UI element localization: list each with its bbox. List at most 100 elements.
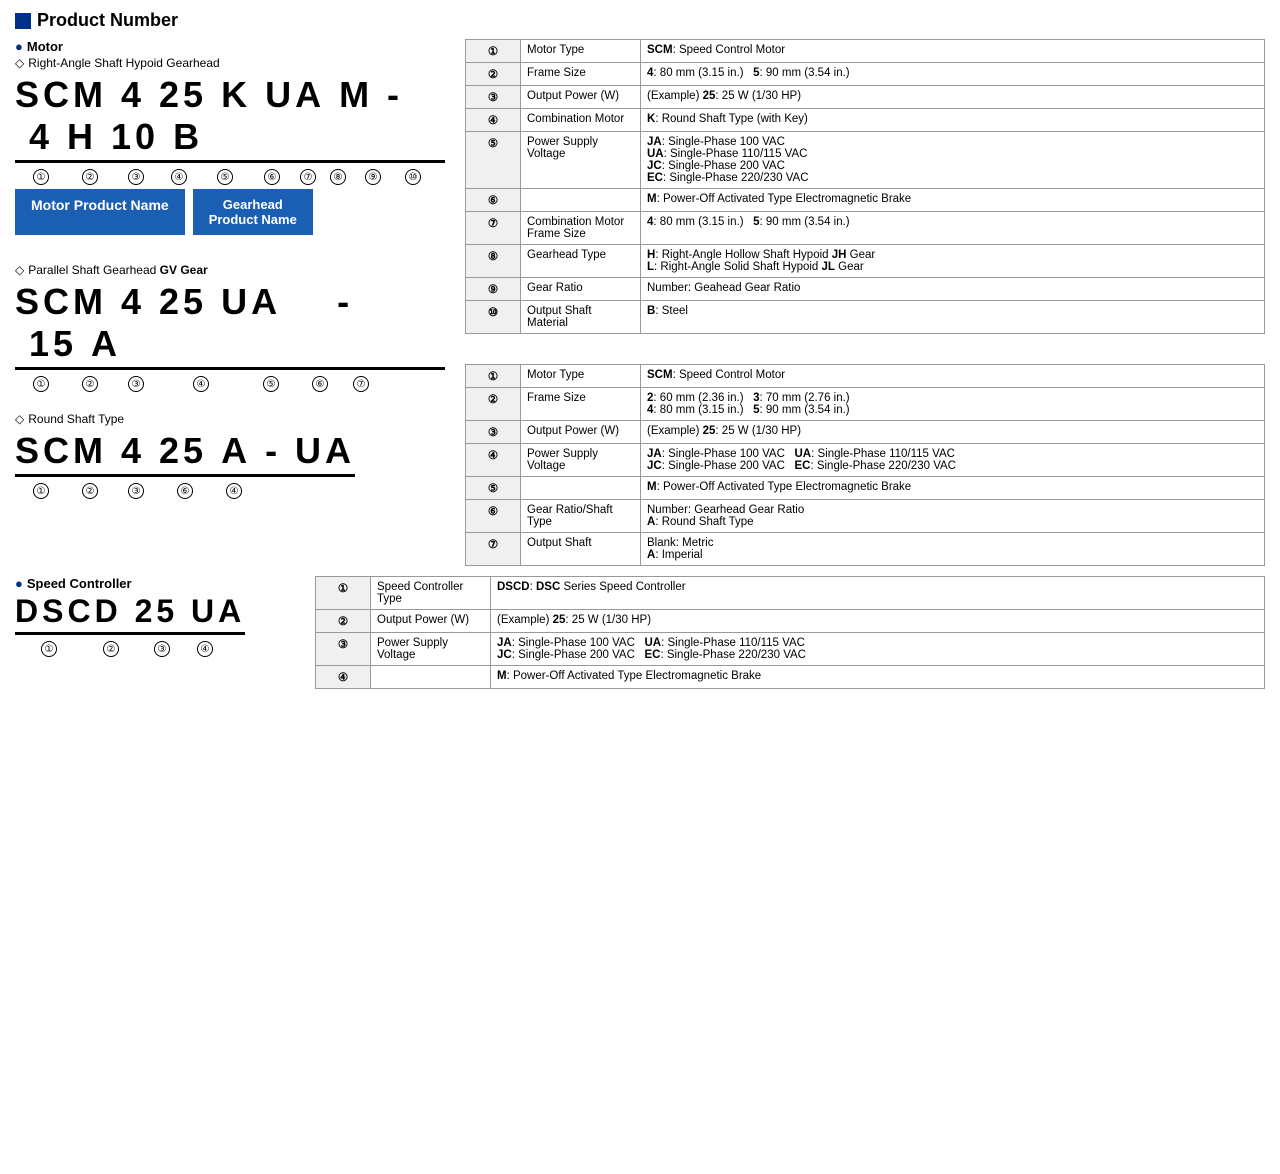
product-code-ps: SCM 4 25 UA - 15 A — [15, 281, 445, 370]
table-row: ④ Combination Motor K: Round Shaft Type … — [466, 109, 1265, 132]
col-value: Number: Gearhead Gear Ratio A: Round Sha… — [641, 500, 1265, 533]
table-row: ④ Power Supply Voltage JA: Single-Phase … — [466, 444, 1265, 477]
row-header: ③ — [466, 421, 521, 444]
col-value: (Example) 25: 25 W (1/30 HP) — [491, 610, 1265, 633]
right-angle-section: Right-Angle Shaft Hypoid Gearhead SCM 4 … — [15, 56, 445, 235]
gearhead-product-name-box: Gearhead Product Name — [193, 189, 313, 235]
row-header: ② — [316, 610, 371, 633]
col-label: Gearhead Type — [521, 245, 641, 278]
table-row: ⑧ Gearhead Type H: Right-Angle Hollow Sh… — [466, 245, 1265, 278]
page-title: Product Number — [37, 10, 178, 31]
row-header: ③ — [466, 86, 521, 109]
table-row: ⑥ Gear Ratio/ShaftType Number: Gearhead … — [466, 500, 1265, 533]
table-row: ⑥ M: Power-Off Activated Type Electromag… — [466, 189, 1265, 212]
circled-numbers-ps: ① ② ③ ④ ⑤ ⑥ ⑦ — [15, 376, 445, 392]
table-row: ⑨ Gear Ratio Number: Geahead Gear Ratio — [466, 278, 1265, 301]
row-header: ① — [316, 577, 371, 610]
row-header: ④ — [466, 109, 521, 132]
table-row: ② Output Power (W) (Example) 25: 25 W (1… — [316, 610, 1265, 633]
col-value: M: Power-Off Activated Type Electromagne… — [641, 477, 1265, 500]
col-label: Gear Ratio — [521, 278, 641, 301]
circled-numbers-speed: ① ② ③ ④ — [15, 641, 295, 657]
col-label: Power Supply Voltage — [371, 633, 491, 666]
left-panel: Motor Right-Angle Shaft Hypoid Gearhead … — [15, 39, 445, 566]
col-value: K: Round Shaft Type (with Key) — [641, 109, 1265, 132]
col-value: 4: 80 mm (3.15 in.) 5: 90 mm (3.54 in.) — [641, 63, 1265, 86]
speed-code: DSCD 25 UA — [15, 593, 295, 639]
right-angle-label: Right-Angle Shaft Hypoid Gearhead — [15, 56, 445, 70]
col-value: SCM: Speed Control Motor — [641, 40, 1265, 63]
col-label: Output Shaft — [521, 533, 641, 566]
blue-square-icon — [15, 13, 31, 29]
col-value: 2: 60 mm (2.36 in.) 3: 70 mm (2.76 in.) … — [641, 388, 1265, 421]
motor-product-name-box: Motor Product Name — [15, 189, 185, 235]
col-label: Combination Motor — [521, 109, 641, 132]
row-header: ⑥ — [466, 500, 521, 533]
col-value: M: Power-Off Activated Type Electromagne… — [491, 666, 1265, 689]
col-label: Gear Ratio/ShaftType — [521, 500, 641, 533]
right-panel-table1: ① Motor Type SCM: Speed Control Motor ② … — [465, 39, 1265, 566]
round-shaft-text: Round Shaft Type — [28, 412, 124, 426]
product-code-ra: SCM 4 25 K UA M - 4 H 10 B — [15, 74, 445, 163]
col-label: Output Power (W) — [371, 610, 491, 633]
col-value: (Example) 25: 25 W (1/30 HP) — [641, 421, 1265, 444]
col-label: Motor Type — [521, 365, 641, 388]
col-label: Motor Type — [521, 40, 641, 63]
table-row: ⑤ M: Power-Off Activated Type Electromag… — [466, 477, 1265, 500]
col-label: Power Supply Voltage — [521, 444, 641, 477]
speed-controller-label: Speed Controller — [15, 576, 295, 591]
col-value: H: Right-Angle Hollow Shaft Hypoid JH Ge… — [641, 245, 1265, 278]
col-value: JA: Single-Phase 100 VAC UA: Single-Phas… — [641, 132, 1265, 189]
col-value: B: Steel — [641, 301, 1265, 334]
parallel-code: SCM 4 25 UA - 15 A — [15, 281, 445, 374]
table-row: ① Motor Type SCM: Speed Control Motor — [466, 365, 1265, 388]
table-row: ④ M: Power-Off Activated Type Electromag… — [316, 666, 1265, 689]
row-header: ① — [466, 365, 521, 388]
col-label: Output Power (W) — [521, 86, 641, 109]
table-speed-controller: ① Speed ControllerType DSCD: DSC Series … — [315, 576, 1265, 689]
parallel-text: Parallel Shaft Gearhead GV Gear — [28, 263, 207, 277]
parallel-label: Parallel Shaft Gearhead GV Gear — [15, 263, 445, 277]
table-row: ① Motor Type SCM: Speed Control Motor — [466, 40, 1265, 63]
row-header: ① — [466, 40, 521, 63]
table-row: ③ Output Power (W) (Example) 25: 25 W (1… — [466, 86, 1265, 109]
row-header: ⑦ — [466, 533, 521, 566]
parallel-section: Parallel Shaft Gearhead GV Gear SCM 4 25… — [15, 263, 445, 392]
col-label: Frame Size — [521, 388, 641, 421]
col-label: Speed ControllerType — [371, 577, 491, 610]
row-header: ④ — [316, 666, 371, 689]
right-angle-text: Right-Angle Shaft Hypoid Gearhead — [28, 56, 219, 70]
table-row: ③ Power Supply Voltage JA: Single-Phase … — [316, 633, 1265, 666]
col-value: SCM: Speed Control Motor — [641, 365, 1265, 388]
col-label: Output Shaft Material — [521, 301, 641, 334]
col-label — [521, 189, 641, 212]
col-value: DSCD: DSC Series Speed Controller — [491, 577, 1265, 610]
speed-right-panel: ① Speed ControllerType DSCD: DSC Series … — [315, 576, 1265, 689]
table-row-group-label: ⑦ Combination MotorFrame Size 4: 80 mm (… — [466, 212, 1265, 245]
table-row: ② Frame Size 4: 80 mm (3.15 in.) 5: 90 m… — [466, 63, 1265, 86]
col-value: Number: Geahead Gear Ratio — [641, 278, 1265, 301]
col-label — [521, 477, 641, 500]
table-right-angle: ① Motor Type SCM: Speed Control Motor ② … — [465, 39, 1265, 334]
table-parallel: ① Motor Type SCM: Speed Control Motor ② … — [465, 364, 1265, 566]
section-title: Product Number — [15, 10, 1265, 31]
circled-numbers-round: ① ② ③ ⑥ ④ — [15, 483, 445, 499]
table-row: ⑩ Output Shaft Material B: Steel — [466, 301, 1265, 334]
row-header: ④ — [466, 444, 521, 477]
circled-numbers-ra: ① ② ③ ④ ⑤ ⑥ ⑦ ⑧ ⑨ ⑩ — [15, 169, 445, 185]
table-row: ① Speed ControllerType DSCD: DSC Series … — [316, 577, 1265, 610]
col-value: Blank: Metric A: Imperial — [641, 533, 1265, 566]
round-code: SCM 4 25 A - UA — [15, 430, 445, 481]
row-header: ⑤ — [466, 132, 521, 189]
row-header: ⑦ — [466, 212, 521, 245]
row-header: ② — [466, 388, 521, 421]
speed-left-panel: Speed Controller DSCD 25 UA ① ② ③ ④ — [15, 576, 295, 689]
col-value: JA: Single-Phase 100 VAC UA: Single-Phas… — [641, 444, 1265, 477]
product-code-speed: DSCD 25 UA — [15, 593, 245, 635]
table-row: ⑦ Output Shaft Blank: Metric A: Imperial — [466, 533, 1265, 566]
col-label: Power Supply Voltage — [521, 132, 641, 189]
table-row: ⑤ Power Supply Voltage JA: Single-Phase … — [466, 132, 1265, 189]
col-label: Combination MotorFrame Size — [521, 212, 641, 245]
product-code-round: SCM 4 25 A - UA — [15, 430, 355, 477]
right-angle-code: SCM 4 25 K UA M - 4 H 10 B — [15, 74, 445, 167]
